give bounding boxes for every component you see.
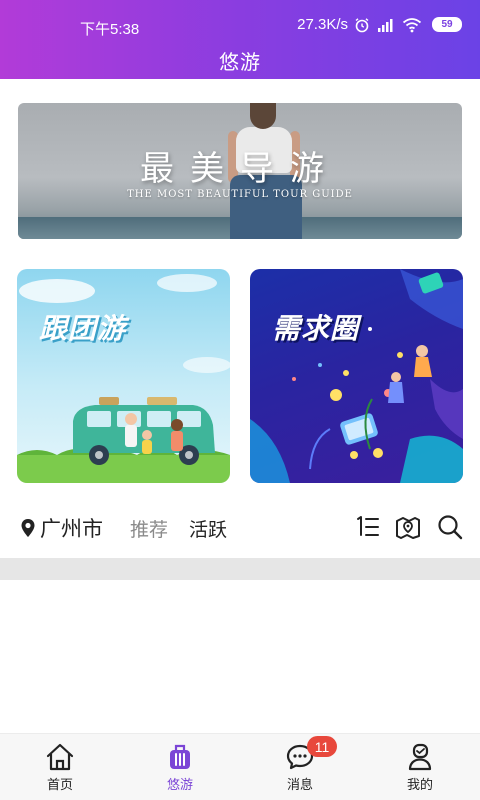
demand-circle-illustration (250, 269, 463, 483)
nav-item-home[interactable]: 首页 (0, 734, 120, 800)
nav-label-messages: 消息 (286, 777, 313, 792)
map-icon[interactable] (394, 513, 422, 541)
profile-icon (408, 743, 432, 771)
tab-active[interactable]: 活跃 (189, 515, 227, 542)
location-pin-icon (21, 519, 35, 537)
home-icon (46, 743, 74, 771)
message-badge: 11 (307, 736, 337, 757)
group-tour-card[interactable]: 跟团游 (17, 269, 230, 483)
network-speed: 27.3K/s (297, 16, 348, 33)
demand-circle-title: 需求圈 (272, 313, 360, 344)
banner-figure (250, 103, 276, 129)
tab-recommend[interactable]: 推荐 (130, 515, 168, 542)
bottom-nav: 首页 悠游 11 消息 我的 (0, 733, 480, 800)
location-selector[interactable]: 广州市 (20, 513, 103, 543)
nav-label-home: 首页 (46, 777, 73, 792)
status-indicators: 27.3K/s 59 (297, 16, 462, 33)
status-time: 下午5:38 (80, 21, 140, 38)
city-label: 广州市 (40, 518, 103, 541)
page-title: 悠游 (219, 52, 261, 74)
app-header: 下午5:38 27.3K/s 59 悠游 (0, 0, 480, 79)
banner-title: 最美导游 (140, 149, 340, 189)
app-screen: 下午5:38 27.3K/s 59 悠游 最美导游 THE MOST BEAUT… (0, 0, 480, 800)
group-tour-illustration (17, 274, 230, 483)
battery-indicator: 59 (432, 17, 462, 32)
nav-label-youyou: 悠游 (166, 777, 193, 792)
list-icon[interactable] (354, 513, 382, 541)
wifi-icon (402, 17, 422, 32)
signal-icon (378, 18, 393, 32)
group-tour-title: 跟团游 (39, 313, 127, 344)
demand-circle-card[interactable]: 需求圈 (250, 269, 463, 483)
nav-item-messages[interactable]: 11 消息 (240, 734, 360, 800)
alarm-icon (355, 17, 369, 32)
suitcase-icon (170, 744, 190, 769)
filter-bar: 广州市 推荐 活跃 (0, 507, 480, 547)
banner-subtitle: THE MOST BEAUTIFUL TOUR GUIDE (127, 189, 353, 200)
nav-label-mine: 我的 (406, 777, 433, 792)
nav-item-youyou[interactable]: 悠游 (120, 734, 240, 800)
section-divider (0, 558, 480, 580)
search-icon[interactable] (436, 513, 464, 541)
nav-item-mine[interactable]: 我的 (360, 734, 480, 800)
guide-banner[interactable]: 最美导游 THE MOST BEAUTIFUL TOUR GUIDE (18, 103, 462, 239)
